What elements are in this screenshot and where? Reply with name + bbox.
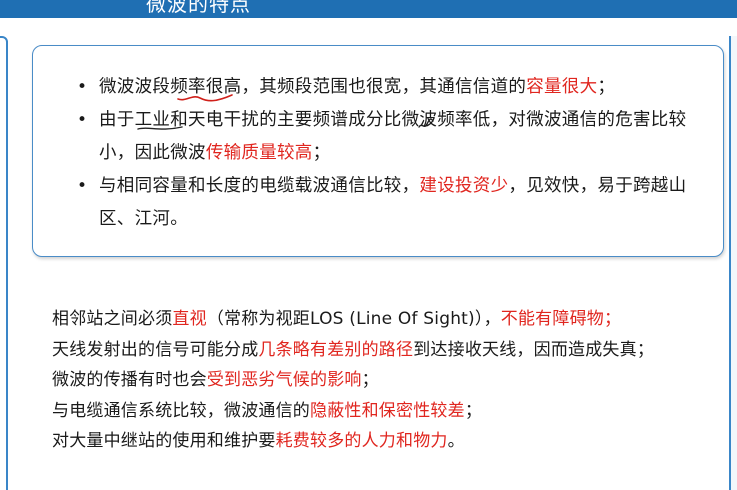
disadvantage-line: 相邻站之间必须直视（常称为视距LOS (Line Of Sight)），不能有障… — [52, 304, 732, 335]
disadvantage-text: 对大量中继站的使用和维护要 — [52, 431, 276, 451]
disadvantage-text: ； — [464, 400, 483, 421]
bullet-icon: • — [77, 176, 88, 196]
disadvantage-line: 微波的传播有时也会受到恶劣气候的影响； — [52, 365, 732, 396]
advantage-text: ； — [312, 143, 331, 163]
slide-title: 微波的特点 — [146, 0, 251, 16]
disadvantage-highlight: 几条略有差别的路径 — [258, 339, 414, 360]
advantages-list: • 微波波段频率很高，其频段范围也很宽，其通信信道的容量很大； • 由于工业和天… — [33, 71, 725, 236]
disadvantage-line: 对大量中继站的使用和维护要耗费较多的人力和物力。 — [52, 426, 732, 457]
slide-header-bar: 微波的特点 — [0, 0, 737, 18]
advantage-highlight: 传输质量较高 — [205, 143, 313, 163]
disadvantage-line: 天线发射出的信号可能分成几条略有差别的路径到达接收天线，因而造成失真； — [52, 335, 732, 366]
bullet-icon: • — [77, 77, 88, 97]
disadvantage-highlight: 不能有障碍物； — [500, 309, 622, 329]
disadvantage-text: 与电缆通信系统比较，微波通信的 — [52, 400, 310, 421]
disadvantage-line: 与电缆通信系统比较，微波通信的隐蔽性和保密性较差； — [52, 396, 732, 427]
disadvantage-highlight: 隐蔽性和保密性较差 — [310, 400, 465, 421]
disadvantage-text: （常称为视距LOS (Line Of Sight)）， — [206, 309, 501, 329]
disadvantage-highlight: 受到恶劣气候的影响 — [206, 370, 362, 390]
disadvantage-text: ； — [361, 370, 379, 390]
disadvantage-text: 天线发射出的信号可能分成 — [52, 339, 259, 360]
disadvantage-highlight: 直视 — [172, 309, 207, 329]
disadvantage-text: 相邻站之间必须 — [52, 309, 173, 329]
advantage-text: 与相同容量和长度的电缆载波通信比较， — [99, 176, 420, 196]
disadvantage-text: 到达接收天线，因而造成失真； — [413, 339, 655, 360]
disadvantage-highlight: 耗费较多的人力和物力 — [275, 431, 448, 451]
advantage-text: ； — [597, 77, 616, 97]
advantage-highlight: 容量很大 — [526, 77, 598, 97]
advantage-text: 由于工业和天电干扰的主要频谱成分比微波频率低，对微波通信的危害比较小，因此微波 — [99, 110, 687, 163]
advantage-highlight: 建设投资少 — [419, 176, 509, 196]
advantages-box: • 微波波段频率很高，其频段范围也很宽，其通信信道的容量很大； • 由于工业和天… — [32, 45, 724, 257]
left-panel-frame — [0, 36, 8, 490]
disadvantages-list: 相邻站之间必须直视（常称为视距LOS (Line Of Sight)），不能有障… — [52, 304, 732, 457]
disadvantage-text: 。 — [447, 431, 465, 451]
advantage-item: • 由于工业和天电干扰的主要频谱成分比微波频率低，对微波通信的危害比较小，因此微… — [33, 104, 725, 170]
advantage-item: • 与相同容量和长度的电缆载波通信比较，建设投资少，见效快，易于跨越山区、江河。 — [33, 170, 725, 236]
advantage-item: • 微波波段频率很高，其频段范围也很宽，其通信信道的容量很大； — [33, 71, 725, 104]
bullet-icon: • — [77, 110, 88, 130]
advantage-text: 微波波段频率很高，其频段范围也很宽，其通信信道的 — [99, 77, 527, 97]
disadvantage-text: 微波的传播有时也会 — [52, 370, 207, 390]
